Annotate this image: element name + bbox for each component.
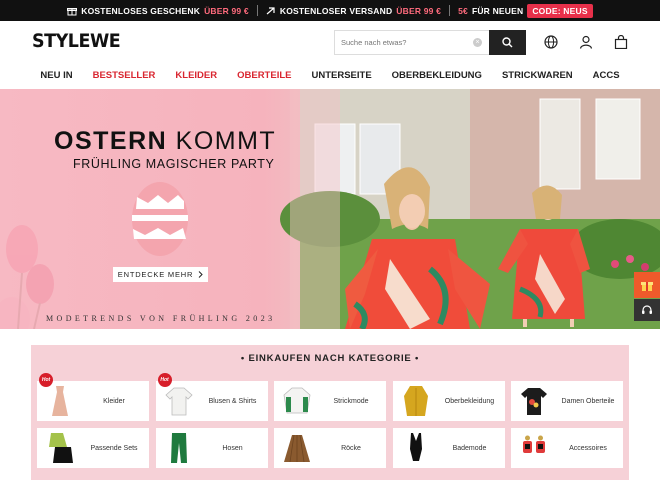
promo-code-badge: CODE: NEUS	[527, 3, 593, 18]
hero-banner[interactable]: OSTERN KOMMT FRÜHLING MAGISCHER PARTY EN…	[0, 89, 660, 329]
category-label: Passende Sets	[90, 444, 138, 452]
category-label: Strickmode	[333, 397, 369, 405]
category-image	[37, 428, 83, 468]
category-card-kleider[interactable]: Kleider Hot	[37, 373, 149, 421]
category-card-strickmode[interactable]: Strickmode	[274, 381, 386, 421]
hero-title-rest: KOMMT	[175, 127, 277, 155]
category-image	[156, 381, 202, 421]
category-card-oberbekleidung[interactable]: Oberbekleidung	[392, 381, 505, 421]
category-card-blusen-shirts[interactable]: Blusen & Shirts Hot	[155, 373, 268, 421]
promo-divider	[449, 5, 451, 16]
promo-new-amount: 5€	[458, 5, 468, 16]
nav-item-neu-in[interactable]: NEU IN	[30, 70, 82, 81]
promo-gift[interactable]: KOSTENLOSES GESCHENK ÜBER 99 €	[67, 6, 249, 16]
category-label: Blusen & Shirts	[208, 397, 257, 405]
category-image	[511, 381, 557, 421]
gift-icon	[641, 282, 653, 291]
account-button[interactable]	[578, 34, 594, 50]
promo-gift-text: KOSTENLOSES GESCHENK	[81, 5, 201, 16]
category-section: • EINKAUFEN NACH KATEGORIE • Kleider Hot B…	[31, 345, 629, 480]
category-image	[511, 428, 557, 468]
category-card-damen-oberteile[interactable]: Damen Oberteile	[511, 381, 623, 421]
search-box: ×	[334, 30, 489, 55]
shipping-icon	[266, 6, 275, 14]
category-section-title: • EINKAUFEN NACH KATEGORIE •	[240, 353, 420, 364]
nav-item-oberteile[interactable]: OBERTEILE	[227, 70, 301, 81]
category-image	[274, 381, 320, 421]
cart-button[interactable]	[613, 34, 629, 50]
site-header: STYLEWE ×	[0, 21, 660, 63]
clear-icon[interactable]: ×	[473, 38, 482, 47]
category-image	[156, 428, 202, 468]
hero-subtitle: FRÜHLING MAGISCHER PARTY	[73, 157, 275, 171]
hero-background-image	[0, 89, 660, 329]
promo-shipping[interactable]: KOSTENLOSER VERSAND ÜBER 99 €	[266, 6, 441, 16]
category-card-passende-sets[interactable]: Passende Sets	[37, 428, 149, 468]
side-support-button[interactable]	[634, 299, 660, 321]
chevron-right-icon	[198, 271, 203, 278]
promo-shipping-threshold: ÜBER 99 €	[396, 5, 442, 16]
nav-item-strickwaren[interactable]: STRICKWAREN	[492, 70, 583, 81]
user-icon	[579, 35, 593, 49]
category-card-röcke[interactable]: Röcke	[274, 428, 386, 468]
category-image	[37, 381, 83, 421]
category-card-hosen[interactable]: Hosen	[155, 428, 268, 468]
category-grid: Kleider Hot Blusen & Shirts Hot Strickmode Ob…	[37, 373, 623, 468]
category-label: Röcke	[341, 444, 361, 452]
category-image	[274, 428, 320, 468]
hero-title: OSTERN KOMMT	[54, 127, 276, 156]
category-label: Hosen	[222, 444, 243, 452]
headset-icon	[642, 305, 652, 314]
category-label: Kleider	[103, 397, 125, 405]
site-logo[interactable]: STYLEWE	[32, 30, 121, 52]
category-image	[393, 428, 439, 468]
hot-badge: Hot	[157, 373, 172, 387]
hero-title-bold: OSTERN	[54, 127, 168, 155]
promo-new-text: FÜR NEUEN	[471, 5, 524, 16]
hero-footer-text: MODETRENDS VON FRÜHLING 2023	[46, 314, 276, 323]
hero-cta-label: ENTDECKE MEHR	[117, 270, 194, 279]
category-label: Damen Oberteile	[561, 397, 615, 405]
hot-badge: Hot	[39, 373, 53, 387]
category-image	[393, 381, 439, 421]
promo-gift-threshold: ÜBER 99 €	[204, 5, 249, 16]
search-icon	[502, 37, 513, 48]
side-gift-button[interactable]	[634, 272, 660, 298]
promo-bar: KOSTENLOSES GESCHENK ÜBER 99 € KOSTENLOS…	[0, 0, 660, 21]
nav-item-kleider[interactable]: KLEIDER	[165, 70, 227, 81]
nav-item-accs[interactable]: ACCS	[583, 70, 630, 81]
nav-item-oberbekleidung[interactable]: OBERBEKLEIDUNG	[382, 70, 492, 81]
bag-icon	[614, 35, 628, 49]
category-label: Bademode	[452, 444, 487, 452]
search-input[interactable]	[335, 31, 455, 54]
category-card-accessoires[interactable]: Accessoires	[511, 428, 623, 468]
hero-cta-button[interactable]: ENTDECKE MEHR	[113, 267, 208, 282]
nav-item-bestseller[interactable]: BESTSELLER	[83, 70, 166, 81]
category-label: Accessoires	[569, 444, 607, 452]
nav-item-unterseite[interactable]: UNTERSEITE	[301, 70, 381, 81]
globe-icon	[544, 35, 558, 49]
easter-egg-illustration	[132, 182, 188, 256]
promo-new-customer[interactable]: 5€ FÜR NEUEN CODE: NEUS	[458, 3, 593, 18]
gift-icon	[67, 7, 78, 15]
category-card-bademode[interactable]: Bademode	[392, 428, 505, 468]
promo-divider	[256, 5, 258, 16]
main-nav: NEU IN BESTSELLER KLEIDER OBERTEILE UNTERSEI…	[0, 63, 660, 88]
category-label: Oberbekleidung	[444, 397, 495, 405]
language-button[interactable]	[543, 34, 559, 50]
search-button[interactable]	[489, 30, 526, 55]
promo-shipping-text: KOSTENLOSER VERSAND	[279, 5, 393, 16]
